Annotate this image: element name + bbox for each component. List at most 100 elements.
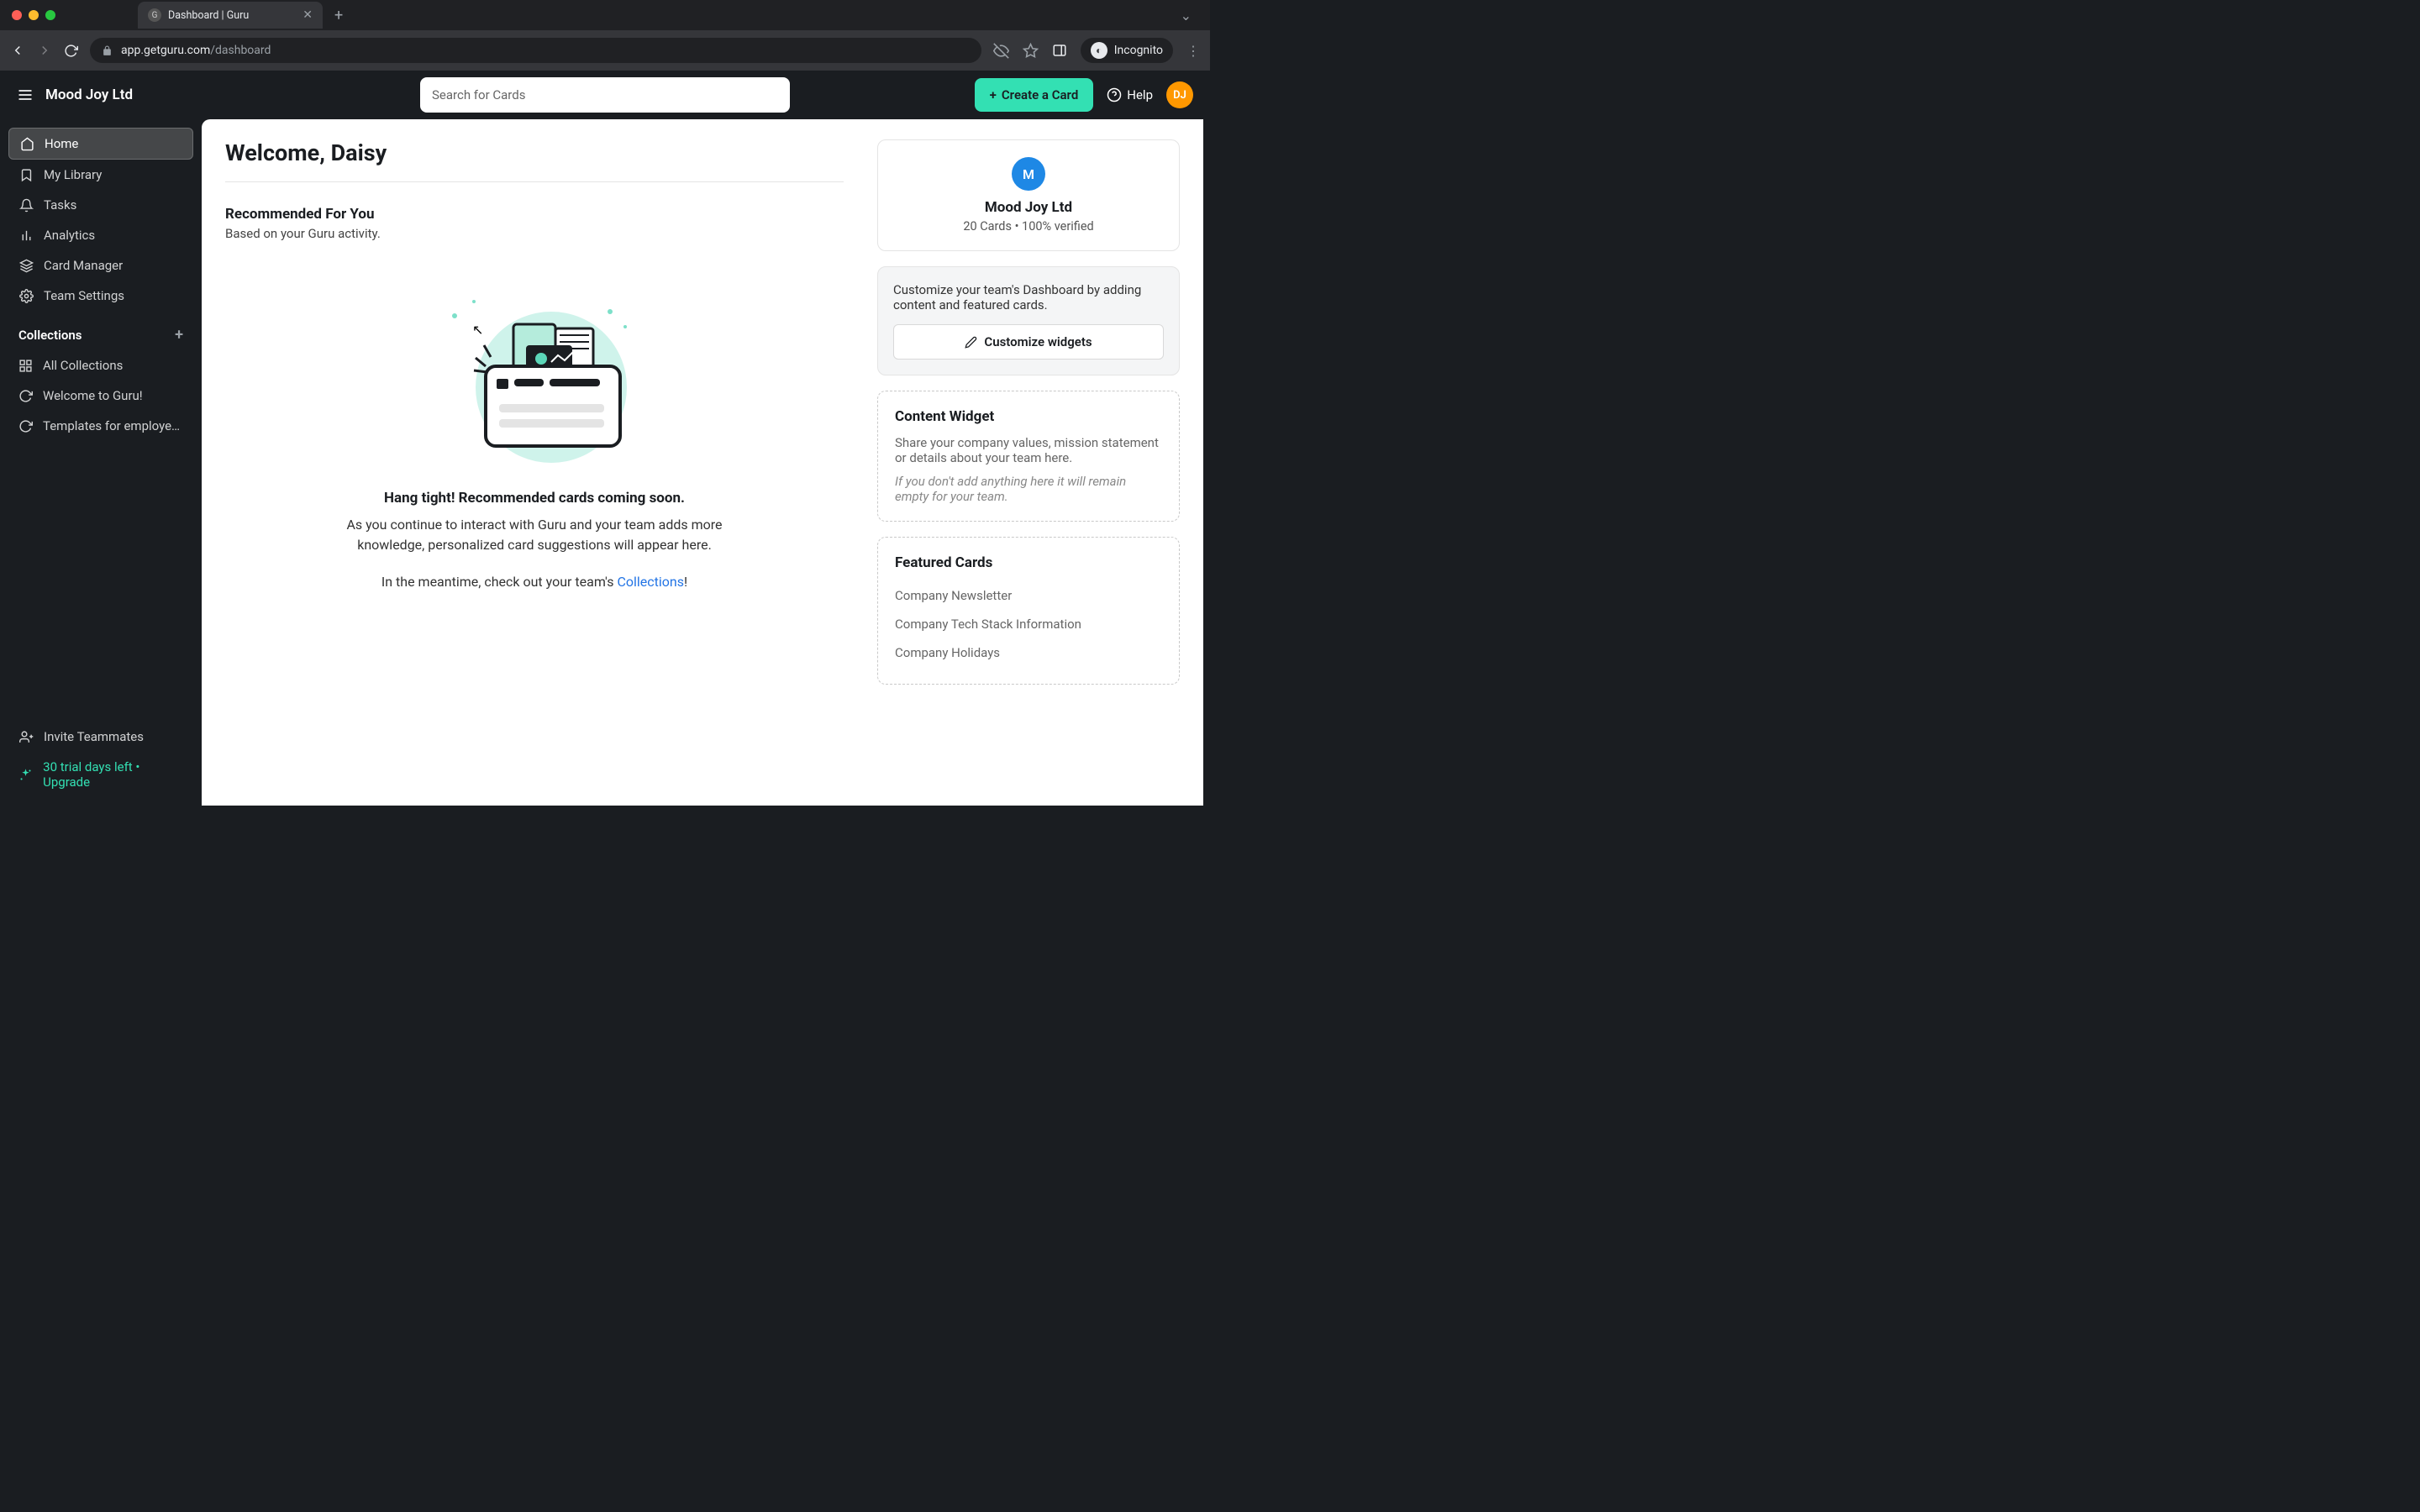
recommended-subtitle: Based on your Guru activity.: [225, 226, 844, 241]
sidebar-item-label: My Library: [44, 167, 102, 182]
sidebar-item-label: Home: [45, 136, 78, 151]
sidebar-item-card-manager[interactable]: Card Manager: [8, 250, 193, 281]
chart-icon: [18, 228, 34, 243]
tab-favicon-icon: G: [148, 8, 161, 22]
app-header: Mood Joy Ltd Search for Cards + Create a…: [0, 71, 1210, 119]
featured-card-item[interactable]: Company Holidays: [895, 638, 1162, 667]
sidebar: Home My Library Tasks Analytics Card Man…: [0, 119, 202, 812]
incognito-icon: ◐: [1091, 42, 1107, 59]
user-avatar[interactable]: DJ: [1166, 81, 1193, 108]
sidebar-item-my-library[interactable]: My Library: [8, 160, 193, 190]
help-icon: [1107, 87, 1122, 102]
incognito-indicator[interactable]: ◐ Incognito: [1081, 38, 1173, 63]
collections-link[interactable]: Collections: [617, 574, 684, 590]
window-minimize-button[interactable]: [29, 10, 39, 20]
layers-icon: [18, 259, 34, 273]
sidebar-item-label: Card Manager: [44, 258, 123, 273]
eye-off-icon[interactable]: [993, 43, 1009, 59]
lock-icon: [102, 45, 113, 56]
panel-icon[interactable]: [1052, 43, 1067, 58]
address-bar[interactable]: app.getguru.com/dashboard: [90, 38, 981, 63]
org-card-name: Mood Joy Ltd: [895, 199, 1162, 216]
sidebar-item-analytics[interactable]: Analytics: [8, 220, 193, 250]
welcome-heading: Welcome, Daisy: [225, 139, 844, 182]
sidebar-item-label: Team Settings: [44, 288, 124, 303]
content-widget-text: Share your company values, mission state…: [895, 435, 1162, 465]
customize-text: Customize your team's Dashboard by addin…: [893, 282, 1164, 312]
bookmark-star-icon[interactable]: [1023, 43, 1039, 59]
tab-close-icon[interactable]: ✕: [302, 8, 313, 22]
home-icon: [19, 137, 34, 151]
featured-cards-title: Featured Cards: [895, 554, 1162, 571]
url-text: app.getguru.com/dashboard: [121, 44, 271, 57]
recommended-title: Recommended For You: [225, 206, 844, 223]
org-avatar: M: [1012, 157, 1045, 191]
trial-upgrade-button[interactable]: 30 trial days left • Upgrade: [8, 752, 193, 797]
tab-title: Dashboard | Guru: [168, 9, 249, 22]
browser-tab[interactable]: G Dashboard | Guru ✕: [138, 2, 323, 29]
add-collection-button[interactable]: +: [175, 326, 183, 344]
customize-button-label: Customize widgets: [984, 334, 1092, 349]
browser-back-button[interactable]: [10, 43, 25, 58]
browser-reload-button[interactable]: [64, 44, 78, 58]
empty-state-illustration: [225, 278, 844, 463]
sidebar-item-collection[interactable]: Templates for employee ...: [8, 411, 193, 441]
browser-forward-button[interactable]: [37, 43, 52, 58]
browser-toolbar: app.getguru.com/dashboard ◐ Incognito ⋮: [0, 30, 1210, 71]
collection-label: All Collections: [43, 358, 123, 373]
customize-panel: Customize your team's Dashboard by addin…: [877, 266, 1180, 375]
sidebar-item-label: Tasks: [44, 197, 76, 213]
help-button[interactable]: Help: [1107, 87, 1153, 102]
bell-icon: [18, 198, 34, 213]
sidebar-item-all-collections[interactable]: All Collections: [8, 350, 193, 381]
gear-icon: [18, 289, 34, 303]
grid-icon: [18, 359, 33, 373]
tabs-expand-icon[interactable]: ⌄: [1181, 8, 1192, 24]
featured-card-item[interactable]: Company Newsletter: [895, 581, 1162, 610]
header-org-name: Mood Joy Ltd: [45, 87, 133, 103]
bookmark-icon: [18, 168, 34, 182]
browser-menu-icon[interactable]: ⋮: [1186, 43, 1200, 59]
search-input[interactable]: Search for Cards: [420, 77, 790, 113]
sidebar-item-team-settings[interactable]: Team Settings: [8, 281, 193, 311]
window-controls: [0, 0, 67, 30]
empty-state-body: As you continue to interact with Guru an…: [341, 515, 728, 555]
invite-label: Invite Teammates: [44, 729, 144, 744]
user-plus-icon: [18, 730, 34, 744]
org-avatar-initial: M: [1023, 166, 1034, 182]
sparkle-icon: [18, 768, 33, 782]
content-widget-hint: If you don't add anything here it will r…: [895, 474, 1162, 504]
empty-state-meantime: In the meantime, check out your team's C…: [225, 574, 844, 590]
content-widget-title: Content Widget: [895, 408, 1162, 425]
org-summary-card: M Mood Joy Ltd 20 Cards • 100% verified: [877, 139, 1180, 251]
avatar-initials: DJ: [1173, 89, 1186, 102]
browser-chrome: G Dashboard | Guru ✕ + ⌄ app.getguru.com…: [0, 0, 1210, 71]
create-card-button[interactable]: + Create a Card: [975, 78, 1094, 112]
refresh-icon: [18, 419, 33, 433]
hamburger-menu-icon[interactable]: [17, 87, 34, 103]
content-widget-placeholder: Content Widget Share your company values…: [877, 391, 1180, 522]
sidebar-item-home[interactable]: Home: [8, 128, 193, 160]
trial-label: 30 trial days left • Upgrade: [43, 759, 183, 790]
sidebar-item-tasks[interactable]: Tasks: [8, 190, 193, 220]
featured-card-item[interactable]: Company Tech Stack Information: [895, 610, 1162, 638]
new-tab-button[interactable]: +: [334, 7, 343, 24]
main-content: Welcome, Daisy Recommended For You Based…: [202, 119, 1203, 806]
customize-widgets-button[interactable]: Customize widgets: [893, 324, 1164, 360]
search-placeholder: Search for Cards: [432, 87, 525, 102]
incognito-label: Incognito: [1114, 44, 1163, 57]
sidebar-item-collection[interactable]: Welcome to Guru!: [8, 381, 193, 411]
plus-icon: +: [990, 87, 997, 102]
window-close-button[interactable]: [12, 10, 22, 20]
collections-heading: Collections +: [8, 311, 193, 350]
invite-teammates-button[interactable]: Invite Teammates: [8, 722, 193, 752]
meantime-prefix: In the meantime, check out your team's: [381, 574, 618, 590]
empty-state: Hang tight! Recommended cards coming soo…: [225, 278, 844, 590]
collection-label: Welcome to Guru!: [43, 388, 143, 403]
meantime-suffix: !: [684, 574, 687, 590]
org-card-stats: 20 Cards • 100% verified: [895, 219, 1162, 234]
refresh-icon: [18, 389, 33, 403]
collection-label: Templates for employee ...: [43, 418, 183, 433]
window-maximize-button[interactable]: [45, 10, 55, 20]
help-label: Help: [1127, 87, 1153, 102]
